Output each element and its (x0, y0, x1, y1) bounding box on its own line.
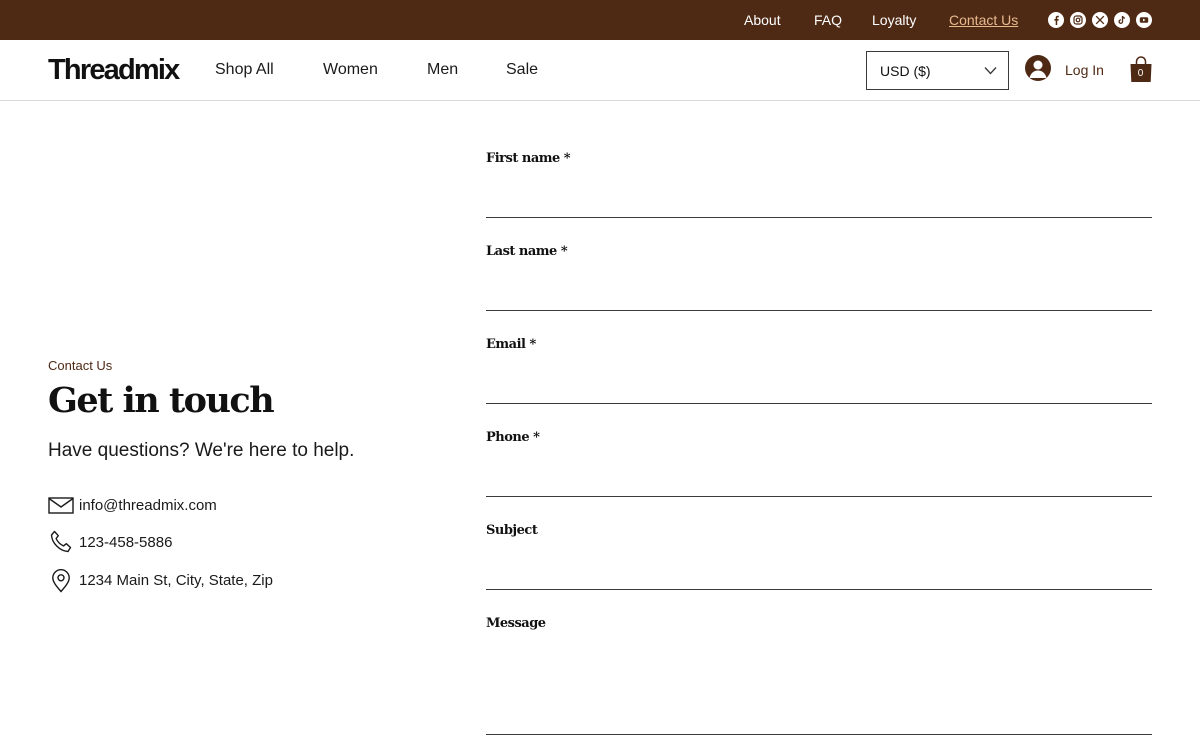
top-link-contact-us[interactable]: Contact Us (949, 12, 1018, 28)
top-link-faq[interactable]: FAQ (814, 12, 842, 28)
email-field[interactable] (486, 369, 1152, 404)
first-name-label: First name * (486, 151, 571, 166)
nav-men[interactable]: Men (427, 61, 458, 79)
mail-icon (48, 497, 74, 514)
email-label: Email * (486, 337, 536, 352)
top-link-about[interactable]: About (744, 12, 781, 28)
tiktok-icon[interactable] (1114, 12, 1130, 28)
currency-select[interactable]: USD ($) (866, 51, 1009, 90)
user-avatar-icon[interactable] (1025, 55, 1051, 81)
message-label: Message (486, 616, 546, 631)
last-name-field[interactable] (486, 276, 1152, 311)
last-name-label: Last name * (486, 244, 568, 259)
youtube-icon[interactable] (1136, 12, 1152, 28)
login-link[interactable]: Log In (1065, 62, 1104, 78)
first-name-field[interactable] (486, 183, 1152, 218)
top-bar: About FAQ Loyalty Contact Us (0, 0, 1200, 40)
phone-icon (50, 530, 72, 553)
currency-value: USD ($) (880, 63, 931, 79)
nav-shop-all[interactable]: Shop All (215, 61, 274, 79)
x-icon[interactable] (1092, 12, 1108, 28)
contact-email[interactable]: info@threadmix.com (79, 497, 217, 514)
phone-field[interactable] (486, 462, 1152, 497)
page-title: Get in touch (48, 380, 275, 421)
cart-count: 0 (1137, 68, 1144, 79)
contact-phone[interactable]: 123-458-5886 (79, 534, 172, 551)
site-header: Threadmix Shop All Women Men Sale USD ($… (0, 40, 1200, 101)
subject-label: Subject (486, 523, 538, 538)
contact-email-row: info@threadmix.com (48, 492, 217, 518)
subject-field[interactable] (486, 555, 1152, 590)
section-eyebrow: Contact Us (48, 358, 113, 373)
chevron-down-icon (984, 67, 997, 75)
logo[interactable]: Threadmix (48, 54, 180, 87)
nav-sale[interactable]: Sale (506, 61, 538, 79)
message-field[interactable] (486, 640, 1152, 735)
instagram-icon[interactable] (1070, 12, 1086, 28)
facebook-icon[interactable] (1048, 12, 1064, 28)
contact-phone-row: 123-458-5886 (48, 529, 172, 555)
phone-label: Phone * (486, 430, 540, 445)
contact-address: 1234 Main St, City, State, Zip (79, 571, 273, 589)
page-subtitle: Have questions? We're here to help. (48, 440, 355, 461)
nav-women[interactable]: Women (323, 61, 378, 79)
top-link-loyalty[interactable]: Loyalty (872, 12, 916, 28)
contact-address-row: 1234 Main St, City, State, Zip (48, 567, 273, 593)
location-pin-icon (52, 569, 70, 593)
